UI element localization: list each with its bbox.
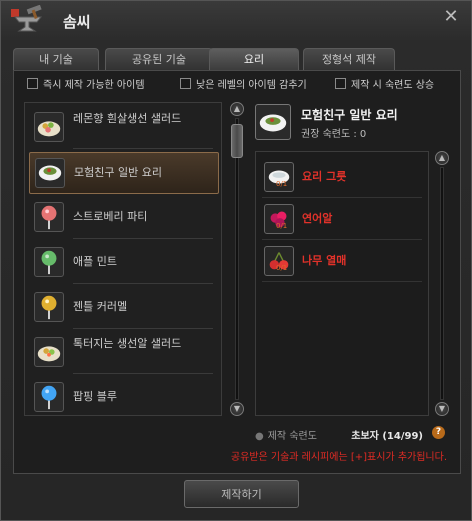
material-name: 나무 열매: [302, 254, 347, 267]
recipe-item[interactable]: 레몬향 흰살생선 샐러드: [29, 107, 219, 149]
recipe-title: 모험친구 일반 요리: [301, 108, 398, 122]
skill-label: 제작 숙련도: [267, 431, 317, 442]
material-name: 연어알: [302, 212, 333, 225]
filter-label: 낮은 레벨의 아이템 감추기: [196, 80, 307, 91]
material-list-scrollbar[interactable]: ▲ ▼: [435, 151, 449, 416]
scroll-down-icon[interactable]: ▼: [230, 402, 244, 416]
recipe-item[interactable]: 스트로베리 파티: [29, 197, 219, 239]
divider: [262, 239, 422, 240]
scroll-track[interactable]: [235, 118, 239, 400]
checkbox-icon[interactable]: [27, 78, 38, 89]
crafting-skill-row: ● 제작 숙련도 초보자 (14/99) ?: [255, 426, 451, 442]
tab-cooking[interactable]: 요리: [209, 48, 299, 70]
tab-shared-skills[interactable]: 공유된 기술: [105, 48, 213, 70]
roe-salad-icon: [34, 337, 64, 367]
divider: [73, 373, 213, 374]
divider: [73, 238, 213, 239]
strawberry-lollipop-icon: [34, 202, 64, 232]
bowl-icon: [255, 104, 291, 140]
material-count: 0/1: [276, 222, 288, 230]
material-list: 0/1 요리 그릇 0/1 연어알 0/1 나무 열매: [255, 151, 429, 416]
recipe-label: 팝핑 블루: [73, 390, 117, 403]
crafting-window: 솜씨 ✕ 내 기술 공유된 기술 요리 정형석 제작 즉시 제작 가능한 아이템…: [0, 0, 472, 521]
recipe-item[interactable]: 팝핑 블루: [29, 377, 219, 415]
recipe-list: 레몬향 흰살생선 샐러드 모험친구 일반 요리 스트로베리 파티 애플 민트 젠…: [24, 102, 222, 416]
divider: [73, 283, 213, 284]
material-name: 요리 그릇: [302, 170, 347, 183]
bullet-icon: ●: [255, 431, 264, 442]
recipe-item[interactable]: 애플 민트: [29, 242, 219, 284]
recipe-item[interactable]: 젠틀 커러멜: [29, 287, 219, 329]
blue-lollipop-icon: [34, 382, 64, 412]
filter-bar: 즉시 제작 가능한 아이템 낮은 레벨의 아이템 감추기 제작 시 숙련도 상승: [15, 77, 455, 95]
scroll-up-icon[interactable]: ▲: [435, 151, 449, 165]
recipe-label: 모험친구 일반 요리: [74, 166, 162, 179]
scroll-thumb[interactable]: [231, 124, 243, 158]
checkbox-icon[interactable]: [180, 78, 191, 89]
divider: [262, 281, 422, 282]
filter-hide-low-level[interactable]: 낮은 레벨의 아이템 감추기: [180, 77, 307, 95]
recipe-list-scrollbar[interactable]: ▲ ▼: [230, 102, 244, 416]
recipe-label: 애플 민트: [73, 255, 117, 268]
checkbox-icon[interactable]: [335, 78, 346, 89]
filter-label: 즉시 제작 가능한 아이템: [43, 80, 145, 91]
material-count: 0/1: [276, 180, 288, 188]
yellow-lollipop-icon: [34, 292, 64, 322]
recipe-label: 스트로베리 파티: [73, 210, 148, 223]
recipe-label: 레몬향 흰살생선 샐러드: [73, 112, 182, 125]
material-count: 0/1: [276, 264, 288, 272]
tab-crystal-crafting[interactable]: 정형석 제작: [303, 48, 395, 70]
filter-label: 제작 시 숙련도 상승: [351, 80, 435, 91]
recipe-label: 톡터지는 생선알 샐러드: [73, 337, 182, 350]
title-bar[interactable]: 솜씨 ✕: [1, 1, 471, 41]
bowl-icon: [35, 158, 65, 188]
filter-skill-up[interactable]: 제작 시 숙련도 상승: [335, 77, 434, 95]
divider: [73, 328, 213, 329]
recommended-skill: 권장 숙련도 : 0: [301, 129, 367, 140]
recipe-detail-header: 모험친구 일반 요리 권장 숙련도 : 0: [255, 102, 451, 144]
tab-bar: 내 기술 공유된 기술 요리 정형석 제작: [13, 48, 461, 70]
filter-craftable[interactable]: 즉시 제작 가능한 아이템: [27, 77, 145, 95]
recipe-label: 젠틀 커러멜: [73, 300, 128, 313]
divider: [73, 148, 213, 149]
help-icon[interactable]: ?: [432, 426, 445, 439]
green-lollipop-icon: [34, 247, 64, 277]
material-item[interactable]: 0/1 나무 열매: [262, 242, 422, 282]
scroll-down-icon[interactable]: ▼: [435, 402, 449, 416]
recipe-item[interactable]: 톡터지는 생선알 샐러드: [29, 332, 219, 374]
scroll-up-icon[interactable]: ▲: [230, 102, 244, 116]
material-item[interactable]: 0/1 요리 그릇: [262, 158, 422, 198]
craft-button[interactable]: 제작하기: [184, 480, 299, 508]
recipe-item-selected[interactable]: 모험친구 일반 요리: [29, 152, 219, 194]
close-icon[interactable]: ✕: [441, 7, 461, 27]
salad-icon: [34, 112, 64, 142]
shared-notice: 공유받은 기술과 레시피에는 [+]표시가 추가됩니다.: [230, 452, 447, 463]
scroll-track[interactable]: [440, 167, 444, 400]
divider: [262, 197, 422, 198]
skill-label-wrap: ● 제작 숙련도: [255, 427, 317, 442]
material-item[interactable]: 0/1 연어알: [262, 200, 422, 240]
window-title: 솜씨: [63, 13, 91, 31]
anvil-icon: [11, 5, 43, 32]
skill-value: 초보자 (14/99): [351, 431, 423, 442]
tab-my-skills[interactable]: 내 기술: [13, 48, 99, 70]
